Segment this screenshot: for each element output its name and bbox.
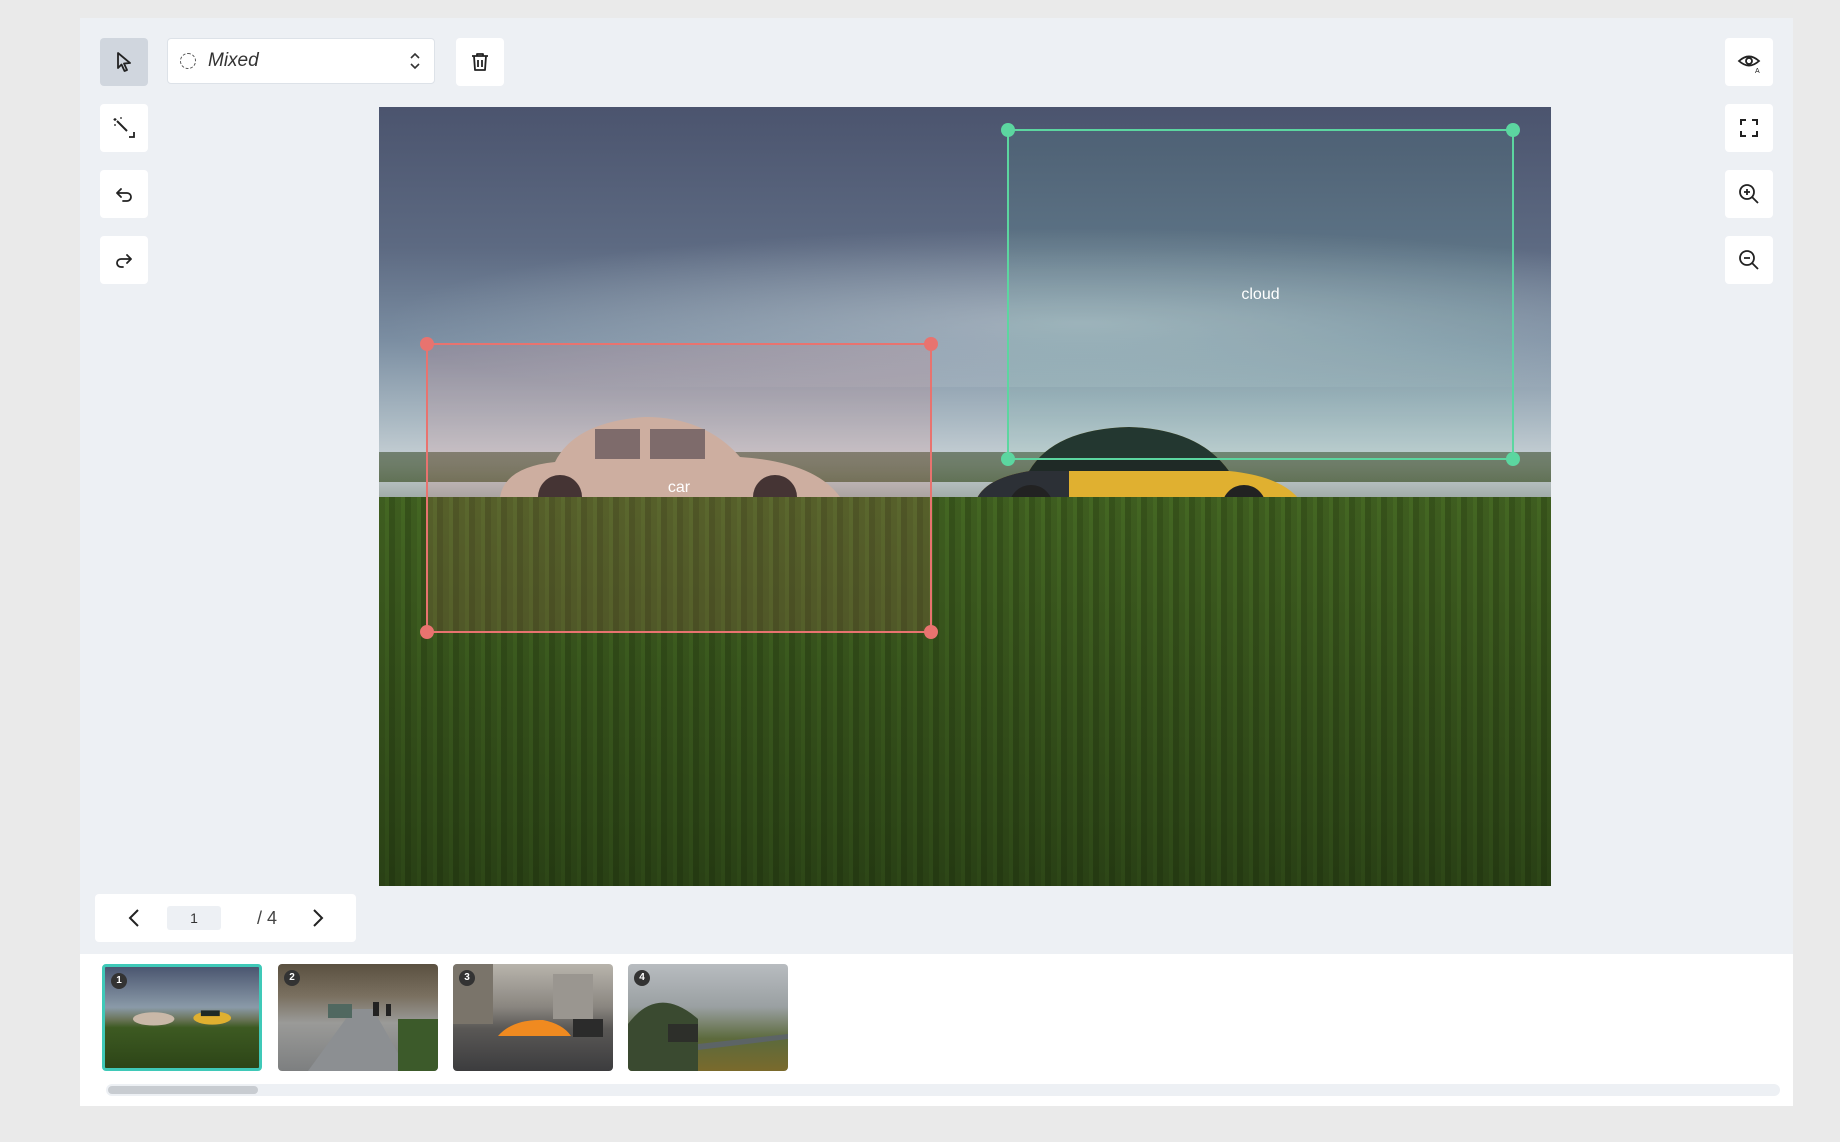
thumbnail-number: 1: [111, 973, 127, 989]
page-total: / 4: [257, 908, 278, 928]
bbox-label: cloud: [1241, 285, 1280, 303]
trash-icon: [472, 53, 488, 71]
pointer-icon: [117, 52, 131, 72]
thumbnail-image: [308, 1002, 438, 1071]
thumbnail-1[interactable]: 1: [102, 964, 262, 1071]
bbox-label: car: [667, 479, 691, 496]
eye-annotation-icon: A: [1737, 55, 1761, 74]
shape-select-value: Mixed: [208, 50, 259, 71]
thumbnail-4[interactable]: 4: [628, 964, 788, 1071]
magic-wand-tool-button[interactable]: [100, 104, 148, 152]
zoom-out-icon: [1739, 250, 1759, 270]
thumbnail-number: 4: [634, 970, 650, 986]
thumbnail-3[interactable]: 3: [453, 964, 613, 1071]
bbox-cloud[interactable]: cloud: [1001, 123, 1520, 466]
toggle-annotation-visibility-button[interactable]: A: [1725, 38, 1773, 86]
thumbnail-number: 2: [284, 970, 300, 986]
svg-text:A: A: [1755, 68, 1760, 74]
thumbnail-image: [453, 964, 603, 1037]
bbox-handle[interactable]: [1506, 452, 1520, 466]
fullscreen-icon: [1740, 119, 1758, 137]
annotation-canvas[interactable]: car cloud: [379, 107, 1551, 886]
bbox-handle[interactable]: [1001, 452, 1015, 466]
chevron-updown-icon: [410, 52, 420, 70]
bbox-handle[interactable]: [420, 625, 434, 639]
bbox-handle[interactable]: [420, 337, 434, 351]
thumbnail-image: [628, 1002, 788, 1071]
bbox-handle[interactable]: [1506, 123, 1520, 137]
redo-icon: [116, 254, 132, 268]
bbox-handle[interactable]: [1001, 123, 1015, 137]
image-pager: 1 / 4: [95, 894, 356, 942]
page-number-input[interactable]: 1: [167, 906, 221, 930]
zoom-in-button[interactable]: [1725, 170, 1773, 218]
delete-button[interactable]: [456, 38, 504, 86]
bbox-car[interactable]: car: [420, 337, 938, 639]
magic-wand-icon: [113, 117, 135, 138]
thumbnail-number: 3: [459, 970, 475, 986]
annotation-app: Mixed A car cloud 1 / 4 1 2 3 4: [80, 18, 1793, 1106]
redo-button[interactable]: [100, 236, 148, 284]
shape-type-select[interactable]: Mixed: [167, 38, 435, 84]
zoom-out-button[interactable]: [1725, 236, 1773, 284]
next-page-button[interactable]: [305, 906, 329, 930]
thumbnail-image: [132, 1010, 232, 1026]
thumbnail-2[interactable]: 2: [278, 964, 438, 1071]
previous-page-button[interactable]: [123, 906, 147, 930]
undo-icon: [116, 188, 132, 202]
undo-button[interactable]: [100, 170, 148, 218]
pointer-tool-button[interactable]: [100, 38, 148, 86]
bbox-handle[interactable]: [924, 337, 938, 351]
scrollbar-thumb[interactable]: [108, 1086, 258, 1094]
thumbnail-scrollbar[interactable]: [106, 1084, 1780, 1096]
bbox-handle[interactable]: [924, 625, 938, 639]
dashed-circle-icon: [180, 53, 196, 69]
zoom-in-icon: [1739, 184, 1759, 204]
fullscreen-button[interactable]: [1725, 104, 1773, 152]
